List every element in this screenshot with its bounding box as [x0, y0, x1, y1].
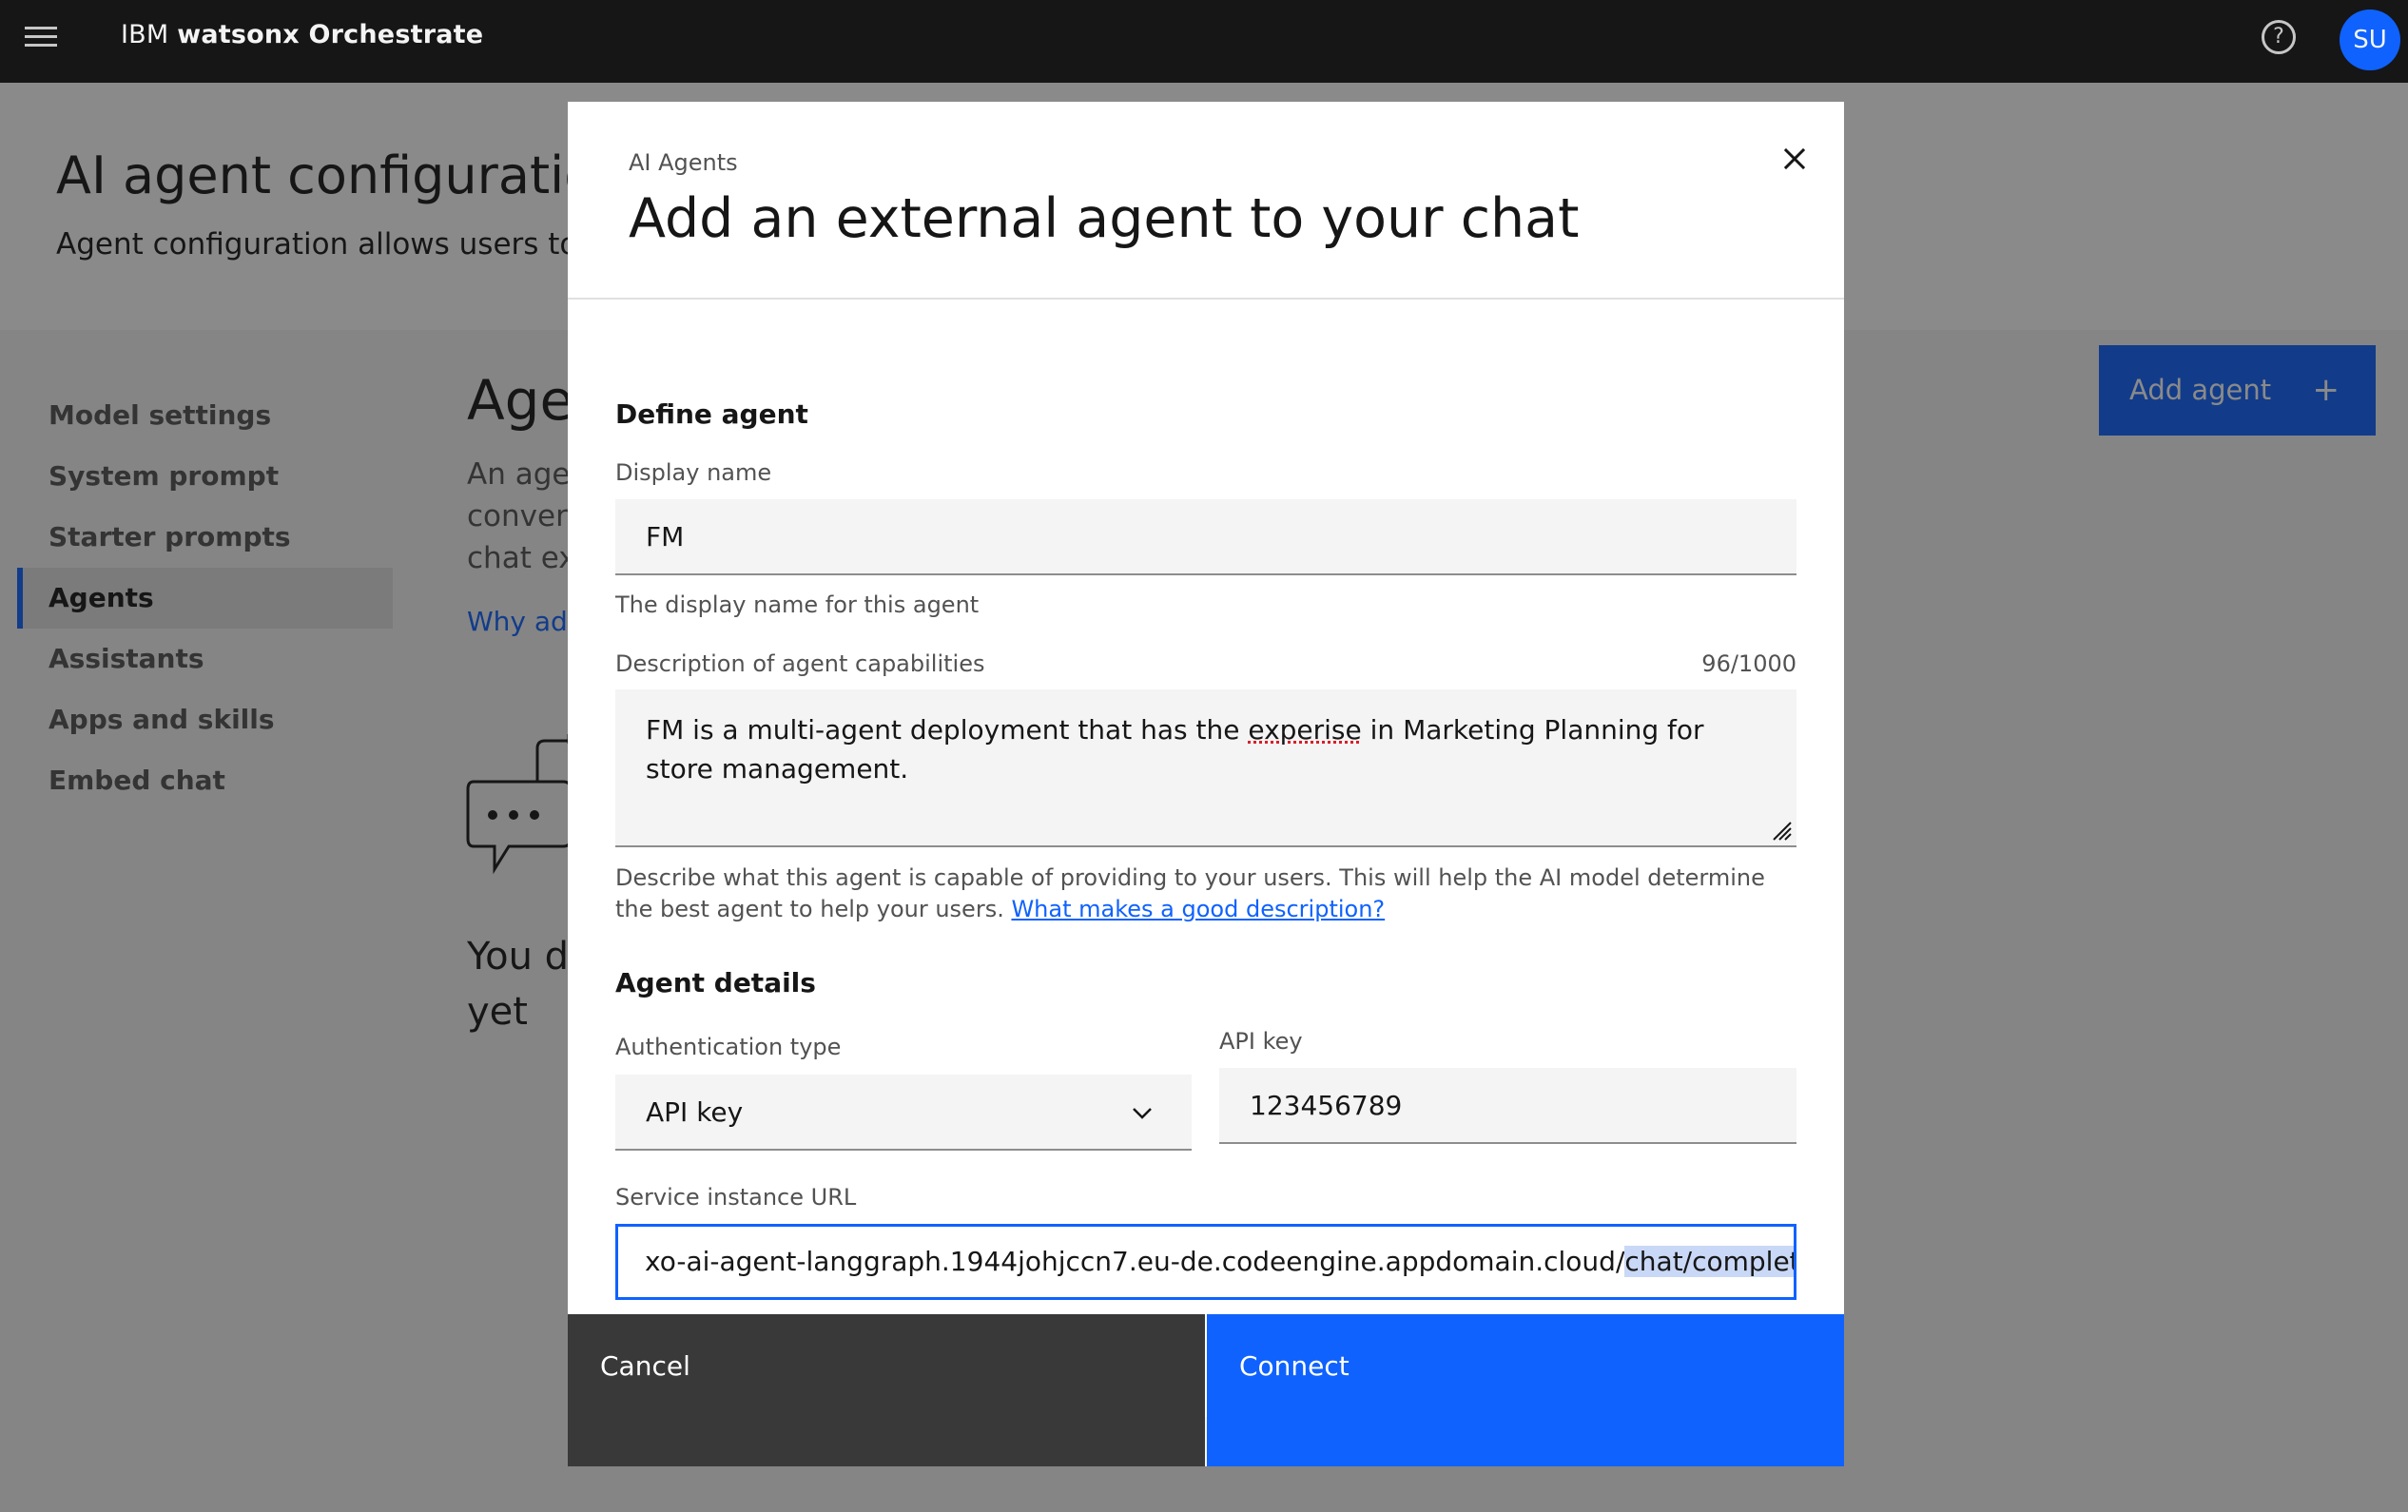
service-url-label: Service instance URL: [615, 1184, 857, 1211]
description-char-count: 96/1000: [1701, 650, 1796, 677]
define-agent-heading: Define agent: [615, 398, 808, 430]
auth-type-value: API key: [646, 1096, 744, 1128]
cancel-button[interactable]: Cancel: [568, 1314, 1205, 1466]
avatar[interactable]: SU: [2340, 10, 2400, 70]
help-icon[interactable]: ?: [2262, 20, 2296, 54]
resize-grip-icon[interactable]: [1770, 819, 1793, 842]
description-text: FM is a multi-agent deployment that has …: [646, 714, 1249, 746]
modal-heading: Add an external agent to your chat: [629, 187, 1580, 250]
good-description-link[interactable]: What makes a good description?: [1011, 896, 1385, 922]
brand-product: watsonx Orchestrate: [177, 20, 484, 49]
display-name-input[interactable]: FM: [615, 499, 1796, 575]
misspelled-word: experise: [1248, 714, 1362, 746]
display-name-label: Display name: [615, 459, 772, 486]
display-name-value: FM: [646, 521, 685, 552]
description-helper: Describe what this agent is capable of p…: [615, 863, 1804, 925]
description-label: Description of agent capabilities: [615, 650, 985, 677]
top-header: IBM watsonx Orchestrate ? SU: [0, 0, 2408, 83]
product-name[interactable]: IBM watsonx Orchestrate: [121, 20, 483, 49]
display-name-helper: The display name for this agent: [615, 591, 980, 618]
chevron-down-icon: [1133, 1108, 1152, 1119]
close-button[interactable]: [1768, 132, 1821, 185]
modal-footer: Cancel Connect: [568, 1314, 1844, 1466]
service-url-selected-text: chat/completions: [1624, 1246, 1794, 1277]
auth-type-dropdown[interactable]: API key: [615, 1075, 1192, 1151]
auth-type-label: Authentication type: [615, 1034, 842, 1060]
agent-details-heading: Agent details: [615, 967, 816, 998]
service-url-input[interactable]: xo-ai-agent-langgraph.1944johjccn7.eu-de…: [615, 1224, 1796, 1300]
modal-header: AI Agents Add an external agent to your …: [568, 102, 1844, 300]
api-key-value: 123456789: [1250, 1090, 1403, 1121]
menu-icon[interactable]: [25, 27, 57, 55]
modal-label: AI Agents: [629, 149, 738, 176]
description-textarea[interactable]: FM is a multi-agent deployment that has …: [615, 689, 1796, 847]
modal-body: Define agent Display name FM The display…: [568, 300, 1844, 1417]
add-external-agent-modal: AI Agents Add an external agent to your …: [568, 102, 1844, 1466]
close-icon: [1783, 147, 1806, 170]
brand-ibm: IBM: [121, 20, 169, 49]
service-url-value: xo-ai-agent-langgraph.1944johjccn7.eu-de…: [645, 1246, 1625, 1277]
connect-button[interactable]: Connect: [1207, 1314, 1844, 1466]
api-key-label: API key: [1219, 1028, 1303, 1055]
api-key-input[interactable]: 123456789: [1219, 1068, 1796, 1144]
